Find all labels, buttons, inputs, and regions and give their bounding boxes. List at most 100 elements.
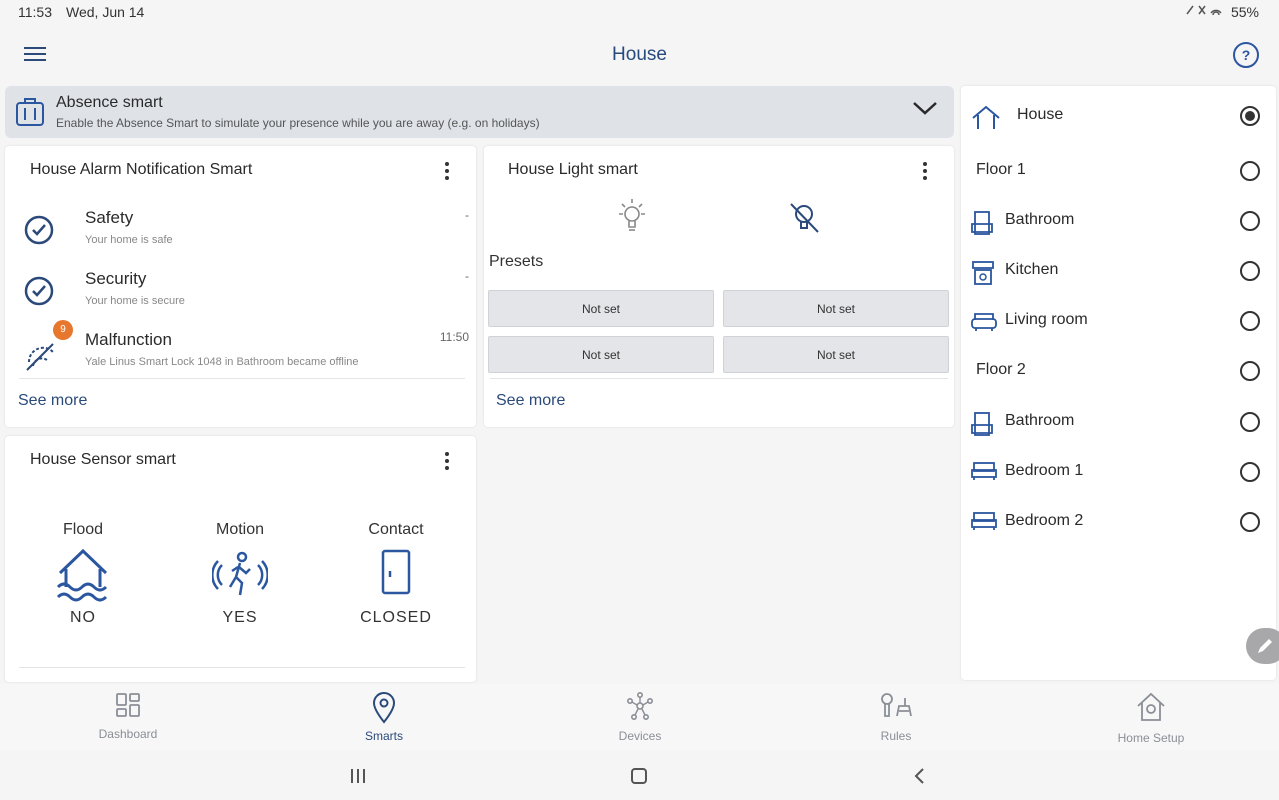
edit-fab-button[interactable]	[1246, 628, 1279, 664]
chevron-down-icon[interactable]	[912, 100, 938, 116]
bath-icon	[971, 412, 993, 436]
light-on-icon[interactable]	[614, 196, 650, 236]
status-time: 11:53	[18, 4, 52, 20]
location-item-bathroom[interactable]: Bathroom	[961, 196, 1276, 246]
location-item-kitchen[interactable]: Kitchen	[961, 246, 1276, 296]
location-item-floor-2[interactable]: Floor 2	[961, 346, 1276, 396]
back-icon[interactable]	[912, 766, 928, 786]
radio-button[interactable]	[1240, 261, 1260, 281]
battery-level: 55%	[1230, 4, 1259, 20]
status-bar: 11:53 Wed, Jun 14 55%	[0, 0, 1279, 24]
row-time: -	[465, 208, 469, 222]
wifi-off-icon	[26, 343, 54, 371]
location-label: House	[1017, 106, 1064, 123]
sensor-label: Flood	[62, 521, 104, 538]
nav-label: Smarts	[364, 729, 403, 743]
alarm-row-safety[interactable]: Safety Your home is safe -	[19, 208, 469, 264]
row-title: Safety	[85, 208, 134, 227]
row-subtitle: Yale Linus Smart Lock 1048 in Bathroom b…	[85, 356, 359, 368]
sofa-icon	[971, 313, 997, 331]
nav-smarts[interactable]: Smarts	[304, 692, 464, 743]
smarts-icon	[372, 692, 396, 724]
radio-button[interactable]	[1240, 161, 1260, 181]
sensor-value: YES	[222, 609, 258, 626]
location-label: Floor 2	[976, 361, 1026, 378]
door-icon	[381, 549, 411, 595]
home-button-icon[interactable]	[630, 766, 648, 786]
bottom-navigation: Dashboard Smarts Devices Rules Home Setu…	[0, 684, 1279, 750]
more-options-icon[interactable]	[444, 452, 450, 470]
app-bar: House ?	[0, 30, 1279, 80]
kitchen-icon	[972, 261, 994, 285]
radio-button[interactable]	[1240, 361, 1260, 381]
bed-icon	[971, 512, 997, 530]
sensor-smart-card: House Sensor smart Flood NO Motion YES C…	[5, 436, 476, 682]
preset-button[interactable]: Not set	[723, 290, 949, 327]
sensor-label: Contact	[368, 521, 424, 538]
sensor-contact[interactable]: Contact CLOSED	[336, 521, 456, 627]
card-title: House Alarm Notification Smart	[30, 161, 253, 178]
absence-title: Absence smart	[56, 94, 163, 111]
location-label: Bathroom	[1005, 412, 1075, 429]
help-button[interactable]: ?	[1233, 42, 1259, 68]
preset-button[interactable]: Not set	[723, 336, 949, 373]
nav-home-setup[interactable]: Home Setup	[1071, 692, 1231, 745]
location-item-living-room[interactable]: Living room	[961, 296, 1276, 346]
flood-icon	[56, 548, 108, 602]
more-options-icon[interactable]	[922, 162, 928, 180]
row-title: Malfunction	[85, 330, 172, 349]
preset-button[interactable]: Not set	[488, 290, 714, 327]
radio-button[interactable]	[1240, 512, 1260, 532]
motion-icon	[211, 551, 269, 596]
location-label: Living room	[1005, 311, 1088, 328]
row-title: Security	[85, 269, 147, 288]
status-icons	[1185, 4, 1225, 19]
connectivity-icon	[1186, 5, 1222, 16]
row-time: -	[465, 269, 469, 283]
location-item-bedroom-1[interactable]: Bedroom 1	[961, 447, 1276, 497]
nav-dashboard[interactable]: Dashboard	[48, 692, 208, 741]
notification-badge: 9	[53, 320, 73, 340]
devices-icon	[626, 691, 653, 720]
location-item-bathroom[interactable]: Bathroom	[961, 397, 1276, 447]
location-label: Floor 1	[976, 161, 1026, 178]
bath-icon	[971, 211, 993, 235]
radio-button[interactable]	[1240, 462, 1260, 482]
suitcase-icon	[16, 98, 44, 126]
location-item-floor-1[interactable]: Floor 1	[961, 146, 1276, 196]
location-item-house[interactable]: House	[961, 91, 1276, 141]
divider	[490, 378, 948, 379]
absence-smart-banner[interactable]: Absence smart Enable the Absence Smart t…	[5, 86, 954, 138]
divider	[19, 378, 465, 379]
nav-label: Dashboard	[98, 727, 158, 741]
dashboard-icon	[116, 693, 140, 717]
sensor-motion[interactable]: Motion YES	[180, 521, 300, 627]
see-more-link[interactable]: See more	[18, 392, 87, 410]
bed-icon	[971, 462, 997, 480]
location-panel: House Floor 1 Bathroom Kitchen Living ro…	[961, 86, 1276, 680]
sensor-flood[interactable]: Flood NO	[23, 521, 143, 627]
divider	[19, 667, 465, 668]
nav-rules[interactable]: Rules	[816, 692, 976, 743]
radio-button[interactable]	[1240, 412, 1260, 432]
light-off-icon[interactable]	[786, 200, 822, 236]
preset-button[interactable]: Not set	[488, 336, 714, 373]
nav-devices[interactable]: Devices	[560, 691, 720, 743]
nav-label: Home Setup	[1117, 731, 1185, 745]
recent-apps-icon[interactable]	[349, 766, 367, 786]
see-more-link[interactable]: See more	[496, 392, 565, 410]
radio-button[interactable]	[1240, 311, 1260, 331]
radio-button[interactable]	[1240, 211, 1260, 231]
location-label: Bathroom	[1005, 211, 1075, 228]
alarm-row-security[interactable]: Security Your home is secure -	[19, 269, 469, 325]
row-time: 11:50	[439, 330, 469, 344]
more-options-icon[interactable]	[444, 162, 450, 180]
location-label: Kitchen	[1005, 261, 1059, 278]
check-circle-icon	[24, 215, 54, 245]
radio-button[interactable]	[1240, 106, 1260, 126]
location-item-bedroom-2[interactable]: Bedroom 2	[961, 497, 1276, 547]
light-smart-card: House Light smart Presets Not set Not se…	[484, 146, 954, 427]
nav-label: Rules	[880, 729, 912, 743]
presets-label: Presets	[489, 253, 544, 270]
row-subtitle: Your home is secure	[85, 295, 185, 307]
